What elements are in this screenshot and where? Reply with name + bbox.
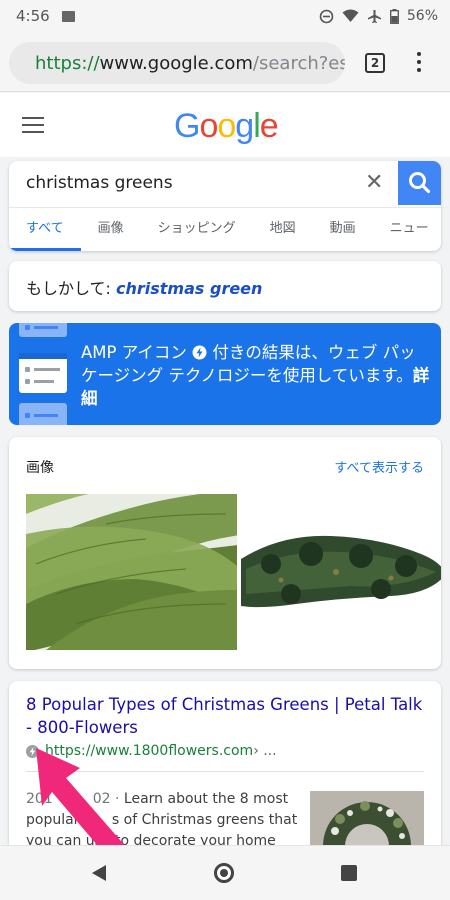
google-header: Google xyxy=(0,93,450,157)
see-all-images-link[interactable]: すべて表示する xyxy=(334,457,424,476)
logo-letter: e xyxy=(259,107,279,145)
url-host: www.google.com xyxy=(99,52,253,74)
tab-news[interactable]: ニュー xyxy=(373,208,441,251)
recents-icon[interactable] xyxy=(341,865,357,881)
home-icon[interactable] xyxy=(214,863,234,883)
tab-images[interactable]: 画像 xyxy=(81,208,141,251)
result-date-tail: 02 · xyxy=(92,791,124,807)
image-result-cedar[interactable] xyxy=(26,494,237,650)
url-scheme: https:// xyxy=(35,52,100,74)
image-result-garland[interactable] xyxy=(241,494,441,650)
tab-maps[interactable]: 地図 xyxy=(253,208,313,251)
tab-shopping[interactable]: ショッピング xyxy=(141,208,253,251)
status-icons: 56% xyxy=(319,8,438,24)
logo-letter: G xyxy=(174,107,200,145)
amp-info-banner[interactable]: AMP アイコン 付きの結果は、ウェブ パッケージング テクノロジーを使用してい… xyxy=(9,323,441,425)
search-button[interactable] xyxy=(398,161,441,205)
search-input[interactable]: christmas greens xyxy=(26,171,173,195)
amp-bolt-icon xyxy=(192,345,207,360)
result-snippet: 201 02 · Learn about the 8 most popular s… xyxy=(26,789,304,852)
page-stack-illustration xyxy=(19,323,67,425)
images-card: 画像 すべて表示する xyxy=(9,437,441,669)
menu-icon[interactable] xyxy=(22,117,44,133)
google-logo[interactable]: Google xyxy=(174,107,279,146)
search-box-card: christmas greens ✕ すべて 画像 ショッピング 地図 動画 ニ… xyxy=(9,161,441,251)
wifi-icon xyxy=(342,9,359,22)
snippet-line-2b: s of Christmas greens that xyxy=(111,812,298,828)
amp-banner-text: AMP アイコン 付きの結果は、ウェブ パッケージング テクノロジーを使用してい… xyxy=(81,341,431,410)
logo-letter: o xyxy=(217,107,236,145)
status-bar: 4:56 56% xyxy=(0,0,450,32)
snippet-line-2: popular xyxy=(26,812,84,828)
search-tabs: すべて 画像 ショッピング 地図 動画 ニュー xyxy=(9,207,441,251)
clear-icon[interactable]: ✕ xyxy=(365,170,383,196)
url-path: /search?esr xyxy=(252,52,345,74)
do-not-disturb-icon xyxy=(319,9,334,23)
snippet-line-1: Learn about the 8 most xyxy=(123,791,289,807)
did-you-mean-suggestion[interactable]: christmas green xyxy=(116,279,262,298)
result-url-rest: › ... xyxy=(253,743,277,759)
result-url-main: https://www.1800flowers.com xyxy=(45,743,254,759)
battery-icon xyxy=(389,8,399,24)
divider xyxy=(26,771,424,772)
result-date: 201 xyxy=(26,791,53,807)
url-bar[interactable]: https:// www.google.com /search?esr xyxy=(9,42,345,84)
tab-all[interactable]: すべて xyxy=(9,208,81,251)
back-icon[interactable] xyxy=(91,864,107,882)
tab-videos[interactable]: 動画 xyxy=(313,208,373,251)
result-title-link[interactable]: 8 Popular Types of Christmas Greens | Pe… xyxy=(26,693,426,739)
did-you-mean-card: もしかして: christmas green xyxy=(9,261,441,311)
amp-bolt-icon xyxy=(26,744,39,758)
airplane-icon xyxy=(367,9,381,23)
tab-switcher-button[interactable]: 2 xyxy=(365,53,385,73)
result-url[interactable]: https://www.1800flowers.com › ... xyxy=(26,743,277,759)
images-section-title: 画像 xyxy=(26,460,54,476)
browser-menu-icon[interactable] xyxy=(412,52,426,74)
status-time: 4:56 xyxy=(16,7,50,25)
did-you-mean-label: もしかして: xyxy=(26,279,116,298)
battery-percent: 56% xyxy=(406,8,438,24)
image-notification-icon xyxy=(61,10,75,22)
system-navigation-bar xyxy=(0,845,450,900)
logo-letter: o xyxy=(199,107,218,145)
search-icon xyxy=(409,172,431,194)
logo-letter: g xyxy=(235,107,254,145)
amp-text-before: AMP アイコン xyxy=(81,343,187,362)
browser-toolbar: https:// www.google.com /search?esr 2 xyxy=(0,32,450,92)
search-results-page: Google christmas greens ✕ すべて 画像 ショッピング … xyxy=(0,93,450,881)
